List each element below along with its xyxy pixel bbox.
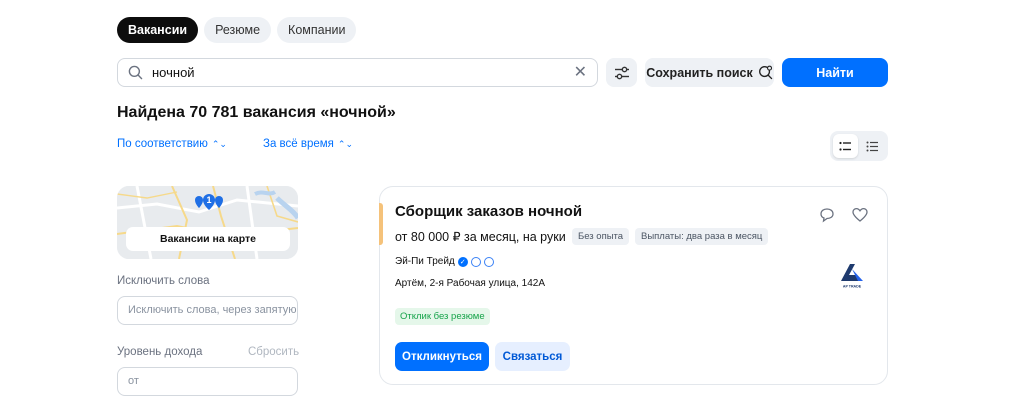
sort-period-label: За всё время: [263, 138, 334, 150]
payment-chip: Выплаты: два раза в месяц: [635, 228, 769, 245]
no-resume-badge: Отклик без резюме: [395, 308, 490, 325]
company-name[interactable]: Эй-Пи Трейд: [395, 256, 455, 267]
experience-chip: Без опыта: [572, 228, 630, 245]
find-button[interactable]: Найти: [782, 58, 888, 87]
company-logo-text: AP TRADE: [843, 285, 862, 289]
list-view-button[interactable]: [833, 134, 858, 158]
search-field[interactable]: ✕: [117, 58, 598, 87]
chat-icon[interactable]: [819, 207, 835, 223]
income-reset-link[interactable]: Сбросить: [248, 346, 299, 358]
close-icon[interactable]: ✕: [574, 64, 587, 81]
trusted-employer-icon: [470, 256, 481, 267]
card-marker: [379, 203, 383, 245]
company-row: Эй-Пи Трейд ✓: [395, 256, 494, 267]
view-toggle: [830, 131, 888, 161]
verified-icon: ✓: [457, 256, 468, 267]
vacancy-salary: от 80 000 ₽ за месяц, на руки: [395, 230, 566, 244]
heart-icon[interactable]: [852, 207, 868, 223]
vacancy-title[interactable]: Сборщик заказов ночной: [395, 203, 582, 220]
vacancy-card[interactable]: Сборщик заказов ночной от 80 000 ₽ за ме…: [379, 186, 888, 385]
contact-button[interactable]: Связаться: [495, 342, 570, 371]
exclude-words-input[interactable]: Исключить слова, через запятую: [117, 296, 298, 325]
sort-relevance-label: По соответствию: [117, 138, 208, 150]
results-headline: Найдена 70 781 вакансия «ночной»: [117, 104, 396, 121]
exclude-words-label: Исключить слова: [117, 275, 210, 287]
income-from-input[interactable]: от: [117, 367, 298, 396]
map-pin-count: 1: [206, 195, 212, 205]
search-input[interactable]: [152, 65, 574, 80]
vacancies-map[interactable]: 1 Вакансии на карте: [117, 186, 298, 259]
save-search-label: Сохранить поиск: [646, 65, 753, 80]
tab-vacancies[interactable]: Вакансии: [117, 17, 199, 43]
save-search-button[interactable]: Сохранить поиск: [645, 58, 774, 87]
list-view-icon: [839, 141, 851, 151]
compact-view-button[interactable]: [860, 134, 885, 158]
map-label[interactable]: Вакансии на карте: [126, 227, 290, 251]
apply-button[interactable]: Откликнуться: [395, 342, 489, 371]
sort-chevron-icon: ⌃⌄: [211, 138, 227, 149]
search-icon: [128, 65, 143, 80]
filters-icon: [614, 66, 629, 79]
vacancy-address: Артём, 2-я Рабочая улица, 142А: [395, 278, 546, 289]
bell-search-icon: [758, 65, 772, 80]
search-type-tabs: Вакансии Резюме Компании: [117, 17, 357, 43]
sort-relevance-dropdown[interactable]: По соответствию ⌃⌄: [117, 138, 227, 150]
company-logo[interactable]: AP TRADE: [835, 261, 869, 289]
sort-period-dropdown[interactable]: За всё время ⌃⌄: [263, 138, 353, 150]
compact-view-icon: [866, 141, 878, 151]
tab-companies[interactable]: Компании: [277, 17, 357, 43]
rating-icon: [483, 256, 494, 267]
income-label: Уровень дохода: [117, 346, 203, 358]
filters-button[interactable]: [606, 58, 637, 87]
tab-resumes[interactable]: Резюме: [204, 17, 272, 43]
sort-chevron-icon: ⌃⌄: [337, 138, 353, 149]
